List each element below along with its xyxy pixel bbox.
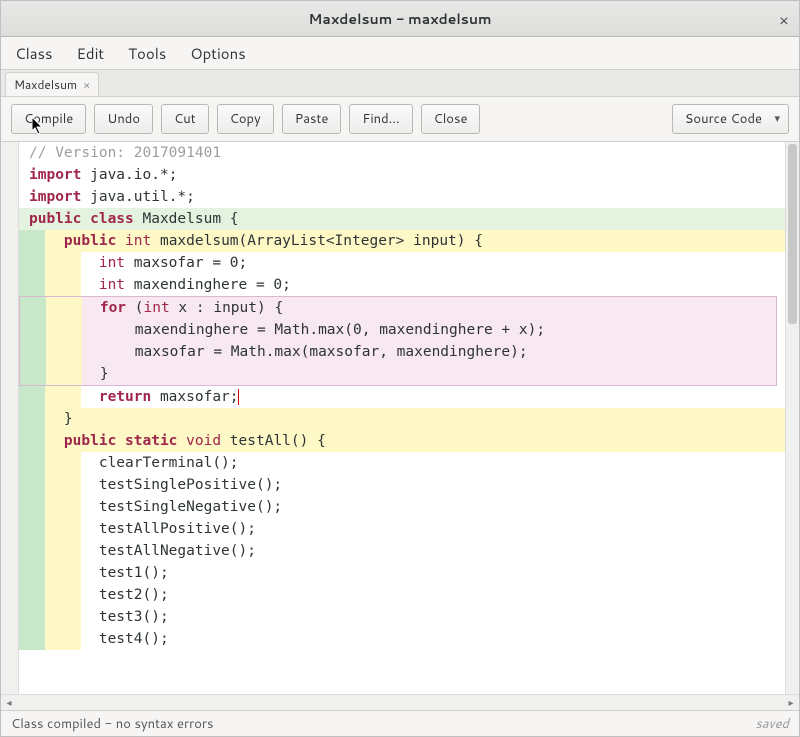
code-line: test4(); xyxy=(19,628,785,650)
code-line: testSinglePositive(); xyxy=(19,474,785,496)
save-status: saved xyxy=(755,715,789,733)
code-token: int xyxy=(144,300,170,316)
code-token: int xyxy=(125,233,151,249)
code-token: import xyxy=(29,189,81,205)
copy-button[interactable]: Copy xyxy=(217,104,274,134)
compile-button-label: Compile xyxy=(24,110,73,128)
statusbar: Class compiled - no syntax errors saved xyxy=(1,710,799,736)
code-token: int xyxy=(29,255,125,271)
code-token: int xyxy=(29,277,125,293)
window-title: Maxdelsum - maxdelsum xyxy=(308,9,491,29)
undo-button[interactable]: Undo xyxy=(94,104,153,134)
code-line: } xyxy=(20,363,776,385)
code-line: testAllPositive(); xyxy=(19,518,785,540)
scroll-right-icon[interactable]: ▸ xyxy=(783,696,799,710)
code-line: maxsofar = Math.max(maxsofar, maxendingh… xyxy=(20,341,776,363)
code-token: java.io.*; xyxy=(81,167,177,183)
code-token: for xyxy=(30,300,126,316)
view-mode-label: Source Code xyxy=(685,110,762,128)
titlebar: Maxdelsum - maxdelsum × xyxy=(1,1,799,37)
source-editor[interactable]: // Version: 2017091401 import java.io.*;… xyxy=(19,142,785,694)
code-line: test2(); xyxy=(19,584,785,606)
code-token: class xyxy=(90,211,134,227)
file-tab-label: Maxdelsum xyxy=(14,76,77,93)
menu-edit[interactable]: Edit xyxy=(76,43,104,64)
menu-tools[interactable]: Tools xyxy=(128,43,166,64)
code-line: maxendinghere = Math.max(0, maxendingher… xyxy=(20,319,776,341)
code-token: return xyxy=(29,389,151,405)
tabbar: Maxdelsum × xyxy=(1,69,799,97)
tab-close-icon[interactable]: × xyxy=(83,77,90,93)
close-button[interactable]: Close xyxy=(421,104,481,134)
code-token: public xyxy=(29,233,125,249)
window-close-button[interactable]: × xyxy=(779,9,789,32)
horizontal-scrollbar[interactable]: ◂ ▸ xyxy=(1,694,799,710)
view-mode-combo[interactable]: Source Code xyxy=(672,104,789,134)
file-tab[interactable]: Maxdelsum × xyxy=(5,72,99,96)
code-token: static xyxy=(125,433,186,449)
code-line: test3(); xyxy=(19,606,785,628)
code-line: test1(); xyxy=(19,562,785,584)
app-window: Maxdelsum - maxdelsum × Class Edit Tools… xyxy=(0,0,800,737)
code-line: } xyxy=(19,408,785,430)
paste-button[interactable]: Paste xyxy=(282,104,342,134)
find-button[interactable]: Find... xyxy=(349,104,412,134)
code-token: java.util.*; xyxy=(81,189,195,205)
code-line: // Version: 2017091401 xyxy=(29,145,221,161)
vertical-scrollbar[interactable] xyxy=(785,142,799,694)
menu-options[interactable]: Options xyxy=(190,43,245,64)
code-token: maxendinghere = 0; xyxy=(125,277,291,293)
editor-area: // Version: 2017091401 import java.io.*;… xyxy=(1,141,799,694)
code-token: Maxdelsum { xyxy=(134,211,239,227)
code-line: testAllNegative(); xyxy=(19,540,785,562)
compile-button[interactable]: Compile xyxy=(11,104,86,134)
code-token: maxsofar = 0; xyxy=(125,255,247,271)
scroll-left-icon[interactable]: ◂ xyxy=(1,696,17,710)
status-message: Class compiled - no syntax errors xyxy=(11,715,213,733)
code-token: public xyxy=(29,433,125,449)
code-token: public xyxy=(29,211,90,227)
code-token: ( xyxy=(126,300,143,316)
code-token: void xyxy=(186,433,221,449)
menubar: Class Edit Tools Options xyxy=(1,37,799,69)
code-token: maxdelsum(ArrayList<Integer> input) { xyxy=(151,233,483,249)
code-line: testSingleNegative(); xyxy=(19,496,785,518)
menu-class[interactable]: Class xyxy=(15,43,52,64)
toolbar: Compile Undo Cut Copy Paste Find... Clos… xyxy=(1,97,799,141)
text-caret xyxy=(238,389,239,405)
code-token: import xyxy=(29,167,81,183)
code-line: clearTerminal(); xyxy=(19,452,785,474)
cut-button[interactable]: Cut xyxy=(161,104,209,134)
code-token: maxsofar; xyxy=(151,389,238,405)
code-token: x : input) { xyxy=(170,300,284,316)
code-token: testAll() { xyxy=(221,433,326,449)
fold-gutter[interactable] xyxy=(1,142,19,694)
scrollbar-thumb[interactable] xyxy=(788,144,797,324)
